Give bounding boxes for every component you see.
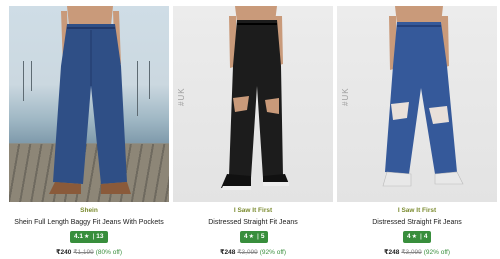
model-figure (382, 6, 464, 187)
discount-percent: (92% off) (259, 249, 287, 256)
product-title[interactable]: Distressed Straight Fit Jeans (173, 219, 333, 226)
rating-badge: 4★ | 5 (240, 231, 269, 243)
price-row: ₹240 ₹1,199 (80% off) (9, 248, 169, 256)
discount-percent: (80% off) (95, 249, 123, 256)
product-image[interactable]: #UK (337, 6, 497, 202)
product-card[interactable]: #UK I Saw It First Distressed Straight F… (337, 0, 497, 259)
product-card[interactable]: Shein Shein Full Length Baggy Fit Jeans … (9, 0, 169, 259)
review-count: 4 (423, 233, 428, 240)
price-row: ₹248 ₹3,099 (92% off) (173, 248, 333, 256)
product-title[interactable]: Shein Full Length Baggy Fit Jeans With P… (9, 219, 169, 226)
price-mrp: ₹1,199 (73, 249, 94, 256)
product-title[interactable]: Distressed Straight Fit Jeans (337, 219, 497, 226)
price-mrp: ₹3,099 (237, 249, 258, 256)
discount-percent: (92% off) (423, 249, 451, 256)
price-current: ₹248 (383, 249, 400, 256)
star-icon: ★ (248, 234, 255, 240)
rating-badge: 4.1★ | 13 (70, 231, 108, 243)
rating-badge: 4★ | 4 (403, 231, 432, 243)
rating-value: 4 (407, 233, 411, 240)
product-image[interactable]: #UK (173, 6, 333, 202)
model-figure (221, 6, 289, 190)
product-brand: I Saw It First (397, 207, 437, 214)
product-brand: Shein (80, 207, 98, 214)
price-current: ₹240 (55, 249, 72, 256)
price-current: ₹248 (219, 249, 236, 256)
star-icon: ★ (411, 234, 418, 240)
product-grid: Shein Shein Full Length Baggy Fit Jeans … (0, 0, 500, 259)
star-icon: ★ (84, 234, 90, 240)
review-count: 5 (260, 233, 265, 240)
product-card[interactable]: #UK I Saw It First Distressed Straight F… (173, 0, 333, 259)
product-brand: I Saw It First (233, 207, 273, 214)
rating-value: 4 (244, 233, 248, 240)
model-figure (49, 6, 131, 194)
rating-value: 4.1 (74, 233, 84, 240)
product-image[interactable] (9, 6, 169, 202)
price-mrp: ₹3,099 (401, 249, 422, 256)
price-row: ₹248 ₹3,099 (92% off) (337, 248, 497, 256)
review-count: 13 (96, 233, 104, 240)
